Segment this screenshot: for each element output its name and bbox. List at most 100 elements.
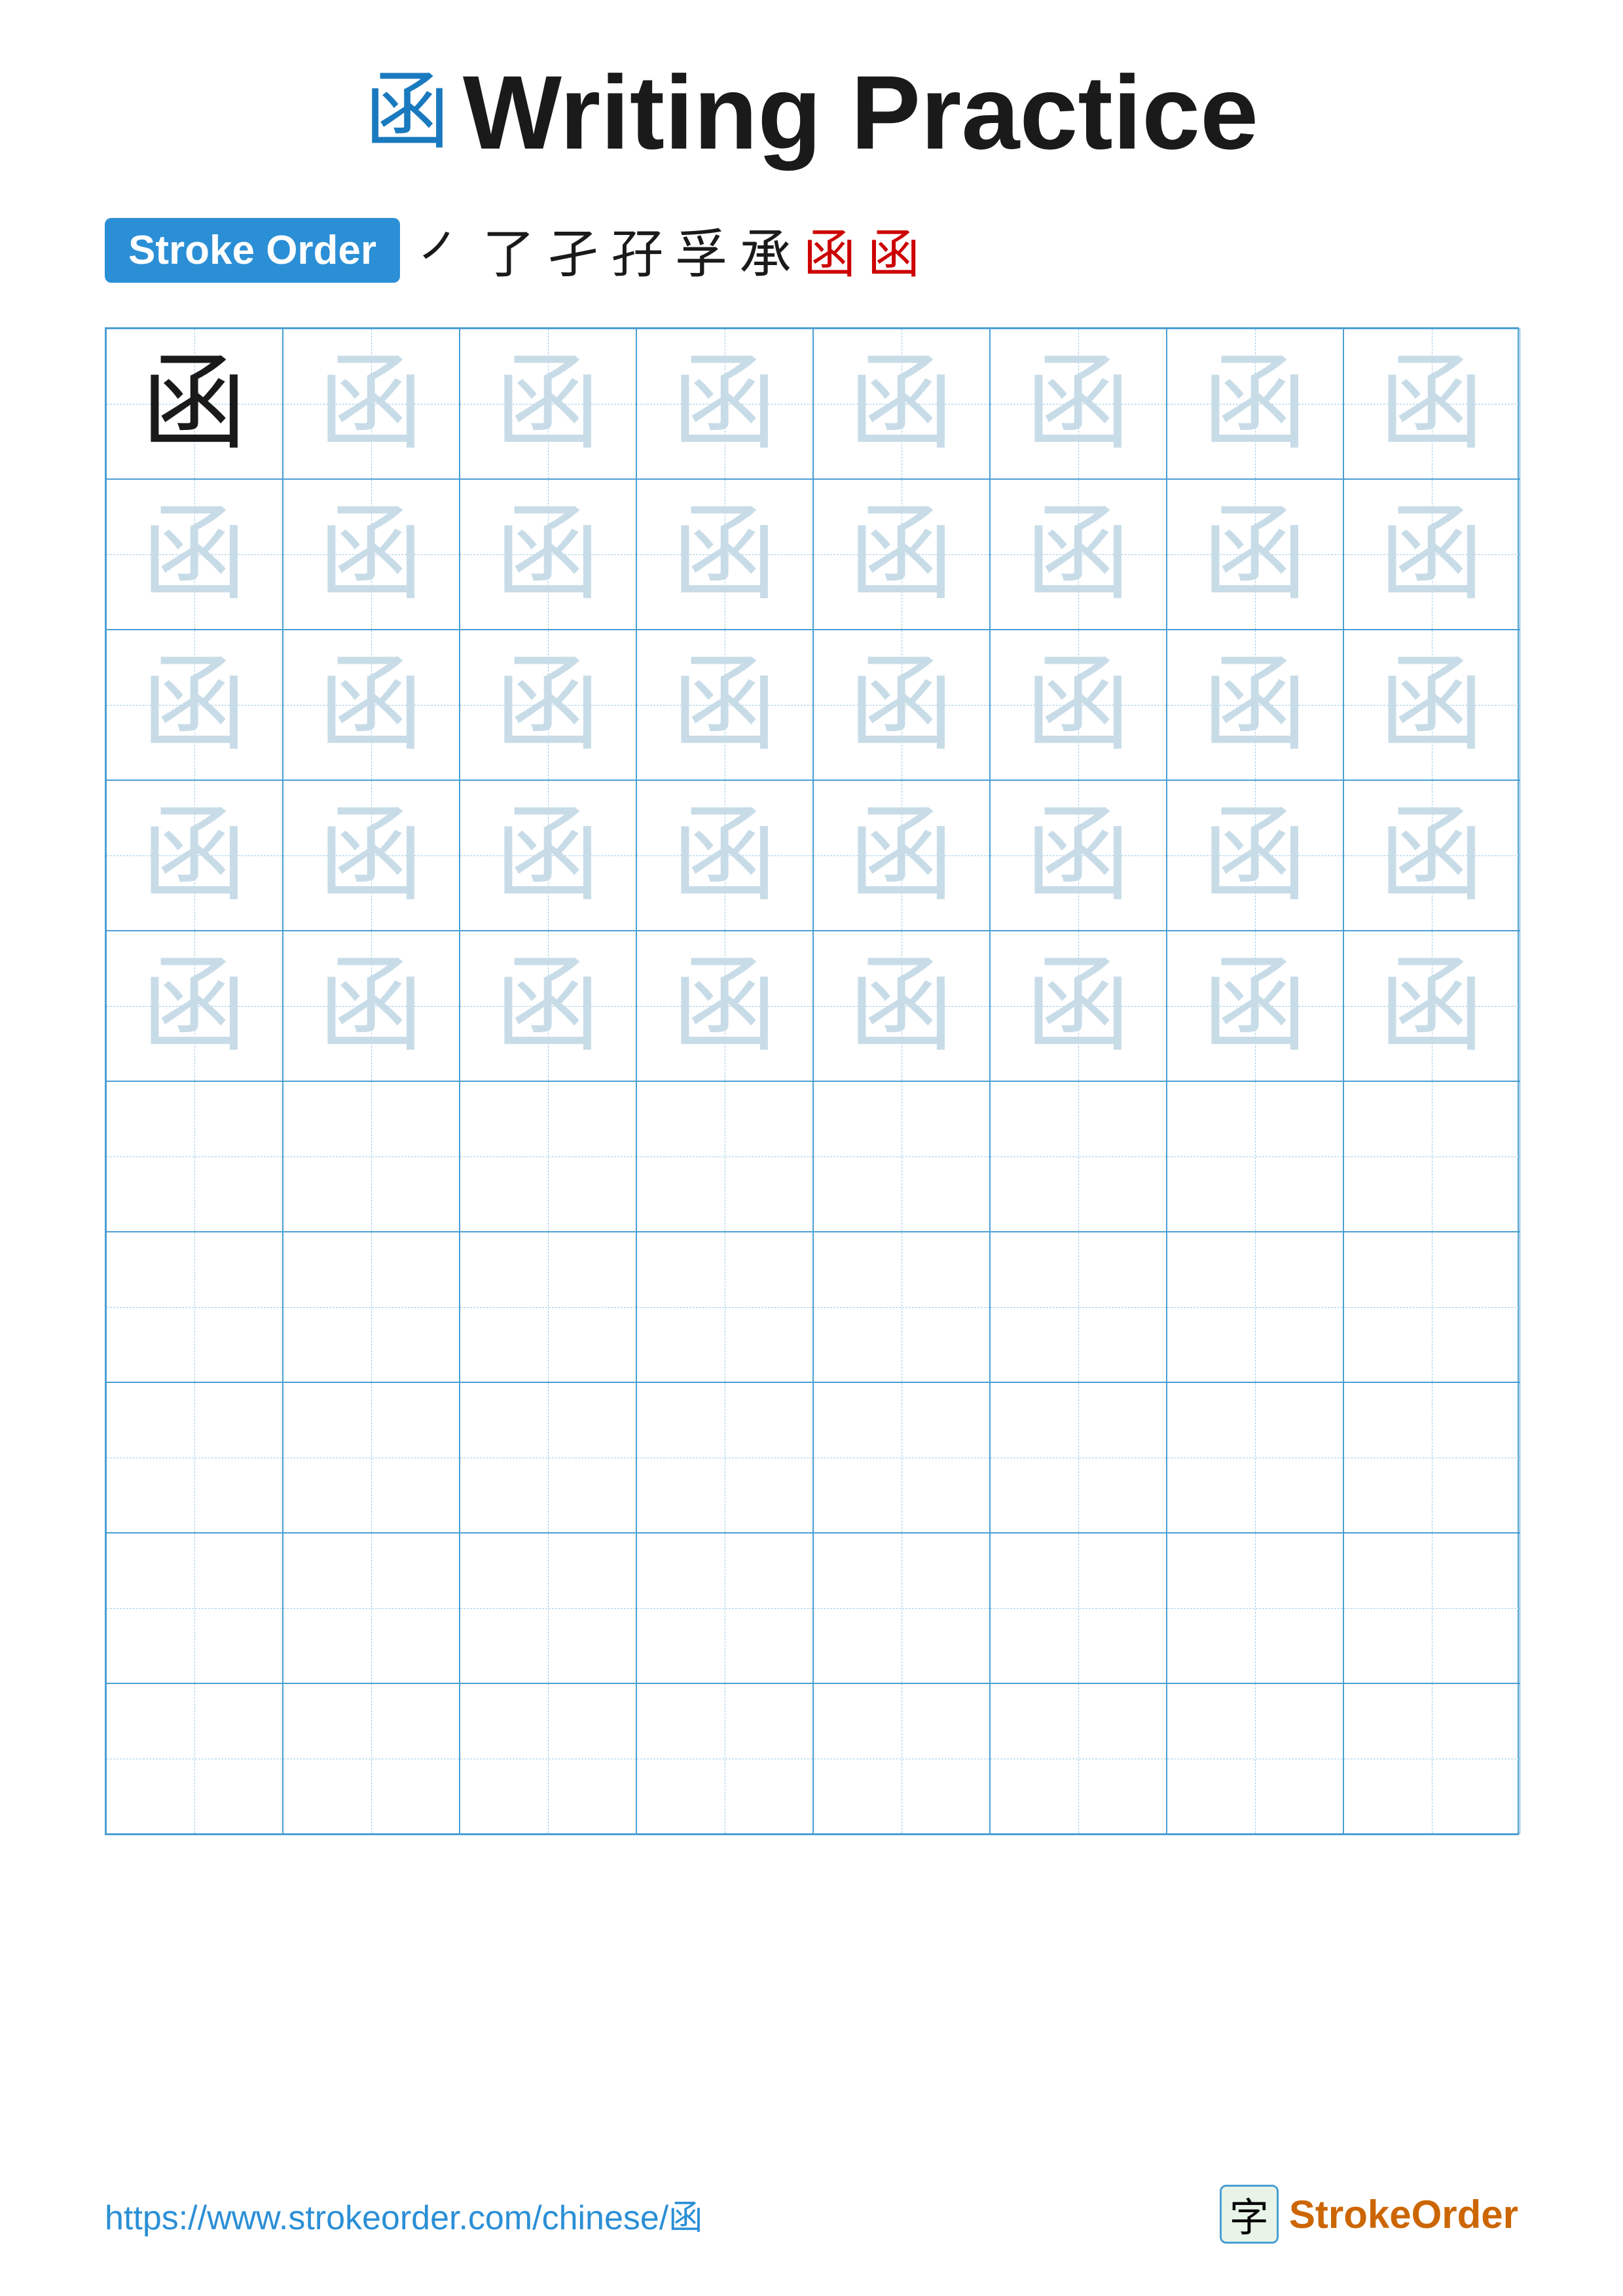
grid-cell-r3c5[interactable]: 函	[813, 630, 990, 780]
char-ghost: 函	[672, 653, 776, 757]
grid-cell-r5c4[interactable]: 函	[636, 931, 813, 1081]
grid-cell-r7c8[interactable]	[1343, 1232, 1520, 1382]
grid-cell-r6c4[interactable]	[636, 1081, 813, 1232]
grid-cell-r10c7[interactable]	[1167, 1683, 1343, 1834]
grid-cell-r7c6[interactable]	[990, 1232, 1167, 1382]
grid-cell-r2c7[interactable]: 函	[1167, 479, 1343, 630]
grid-cell-r10c1[interactable]	[106, 1683, 283, 1834]
grid-cell-r5c2[interactable]: 函	[283, 931, 460, 1081]
grid-cell-r7c7[interactable]	[1167, 1232, 1343, 1382]
grid-cell-r7c5[interactable]	[813, 1232, 990, 1382]
grid-cell-r5c7[interactable]: 函	[1167, 931, 1343, 1081]
char-ghost: 函	[141, 803, 246, 908]
char-ghost: 函	[318, 351, 423, 456]
char-ghost: 函	[318, 653, 423, 757]
grid-cell-r9c6[interactable]	[990, 1533, 1167, 1683]
grid-cell-r6c2[interactable]	[283, 1081, 460, 1232]
grid-cell-r2c3[interactable]: 函	[460, 479, 636, 630]
char-ghost: 函	[141, 502, 246, 607]
grid-cell-r10c5[interactable]	[813, 1683, 990, 1834]
grid-cell-r6c8[interactable]	[1343, 1081, 1520, 1232]
grid-cell-r7c4[interactable]	[636, 1232, 813, 1382]
grid-cell-r2c8[interactable]: 函	[1343, 479, 1520, 630]
grid-cell-r2c6[interactable]: 函	[990, 479, 1167, 630]
grid-cell-r9c4[interactable]	[636, 1533, 813, 1683]
grid-cell-r2c2[interactable]: 函	[283, 479, 460, 630]
grid-cell-r1c3[interactable]: 函	[460, 329, 636, 479]
char-ghost: 函	[1202, 803, 1307, 908]
grid-cell-r10c4[interactable]	[636, 1683, 813, 1834]
grid-cell-r3c7[interactable]: 函	[1167, 630, 1343, 780]
grid-cell-r1c2[interactable]: 函	[283, 329, 460, 479]
grid-cell-r6c3[interactable]	[460, 1081, 636, 1232]
grid-cell-r10c8[interactable]	[1343, 1683, 1520, 1834]
grid-cell-r4c5[interactable]: 函	[813, 780, 990, 931]
grid-cell-r9c5[interactable]	[813, 1533, 990, 1683]
grid-cell-r9c7[interactable]	[1167, 1533, 1343, 1683]
grid-cell-r3c8[interactable]: 函	[1343, 630, 1520, 780]
char-ghost: 函	[1379, 803, 1484, 908]
grid-cell-r6c5[interactable]	[813, 1081, 990, 1232]
char-ghost: 函	[1202, 954, 1307, 1058]
grid-cell-r8c7[interactable]	[1167, 1382, 1343, 1533]
grid-cell-r8c4[interactable]	[636, 1382, 813, 1533]
grid-cell-r1c7[interactable]: 函	[1167, 329, 1343, 479]
grid-cell-r3c4[interactable]: 函	[636, 630, 813, 780]
grid-cell-r10c3[interactable]	[460, 1683, 636, 1834]
stroke-step-5: 孚	[675, 212, 727, 288]
grid-cell-r7c3[interactable]	[460, 1232, 636, 1382]
grid-cell-r6c6[interactable]	[990, 1081, 1167, 1232]
grid-cell-r4c6[interactable]: 函	[990, 780, 1167, 931]
char-dark: 函	[141, 351, 246, 456]
stroke-step-6: 承	[739, 212, 792, 288]
grid-cell-r1c1[interactable]: 函	[106, 329, 283, 479]
char-ghost: 函	[1379, 653, 1484, 757]
char-ghost: 函	[495, 803, 600, 908]
grid-cell-r10c6[interactable]	[990, 1683, 1167, 1834]
grid-cell-r9c8[interactable]	[1343, 1533, 1520, 1683]
grid-cell-r4c2[interactable]: 函	[283, 780, 460, 931]
grid-cell-r1c8[interactable]: 函	[1343, 329, 1520, 479]
grid-cell-r2c5[interactable]: 函	[813, 479, 990, 630]
grid-cell-r10c2[interactable]	[283, 1683, 460, 1834]
footer: https://www.strokeorder.com/chinese/函 字 …	[0, 2185, 1623, 2244]
stroke-step-8: 函	[867, 212, 920, 288]
grid-cell-r7c1[interactable]	[106, 1232, 283, 1382]
grid-cell-r5c1[interactable]: 函	[106, 931, 283, 1081]
grid-cell-r5c8[interactable]: 函	[1343, 931, 1520, 1081]
grid-cell-r5c3[interactable]: 函	[460, 931, 636, 1081]
stroke-steps: ㇒ 了 孑 孖 孚 承 函 函	[418, 212, 920, 288]
grid-cell-r6c1[interactable]	[106, 1081, 283, 1232]
grid-cell-r8c6[interactable]	[990, 1382, 1167, 1533]
grid-cell-r1c5[interactable]: 函	[813, 329, 990, 479]
grid-cell-r5c5[interactable]: 函	[813, 931, 990, 1081]
grid-cell-r4c3[interactable]: 函	[460, 780, 636, 931]
title-icon: 函	[365, 70, 450, 155]
char-ghost: 函	[848, 653, 953, 757]
grid-cell-r3c2[interactable]: 函	[283, 630, 460, 780]
grid-cell-r3c1[interactable]: 函	[106, 630, 283, 780]
grid-cell-r7c2[interactable]	[283, 1232, 460, 1382]
grid-cell-r9c1[interactable]	[106, 1533, 283, 1683]
grid-cell-r8c3[interactable]	[460, 1382, 636, 1533]
grid-cell-r3c6[interactable]: 函	[990, 630, 1167, 780]
grid-cell-r8c2[interactable]	[283, 1382, 460, 1533]
writing-grid: 函 函 函 函 函 函 函 函 函 函 函	[105, 327, 1519, 1835]
grid-cell-r4c1[interactable]: 函	[106, 780, 283, 931]
footer-url[interactable]: https://www.strokeorder.com/chinese/函	[105, 2190, 702, 2239]
grid-cell-r8c5[interactable]	[813, 1382, 990, 1533]
grid-cell-r6c7[interactable]	[1167, 1081, 1343, 1232]
grid-cell-r8c1[interactable]	[106, 1382, 283, 1533]
grid-cell-r1c6[interactable]: 函	[990, 329, 1167, 479]
grid-cell-r9c2[interactable]	[283, 1533, 460, 1683]
grid-cell-r3c3[interactable]: 函	[460, 630, 636, 780]
grid-cell-r2c4[interactable]: 函	[636, 479, 813, 630]
grid-cell-r4c4[interactable]: 函	[636, 780, 813, 931]
grid-cell-r5c6[interactable]: 函	[990, 931, 1167, 1081]
grid-cell-r8c8[interactable]	[1343, 1382, 1520, 1533]
grid-cell-r1c4[interactable]: 函	[636, 329, 813, 479]
grid-cell-r9c3[interactable]	[460, 1533, 636, 1683]
grid-cell-r2c1[interactable]: 函	[106, 479, 283, 630]
grid-cell-r4c7[interactable]: 函	[1167, 780, 1343, 931]
grid-cell-r4c8[interactable]: 函	[1343, 780, 1520, 931]
